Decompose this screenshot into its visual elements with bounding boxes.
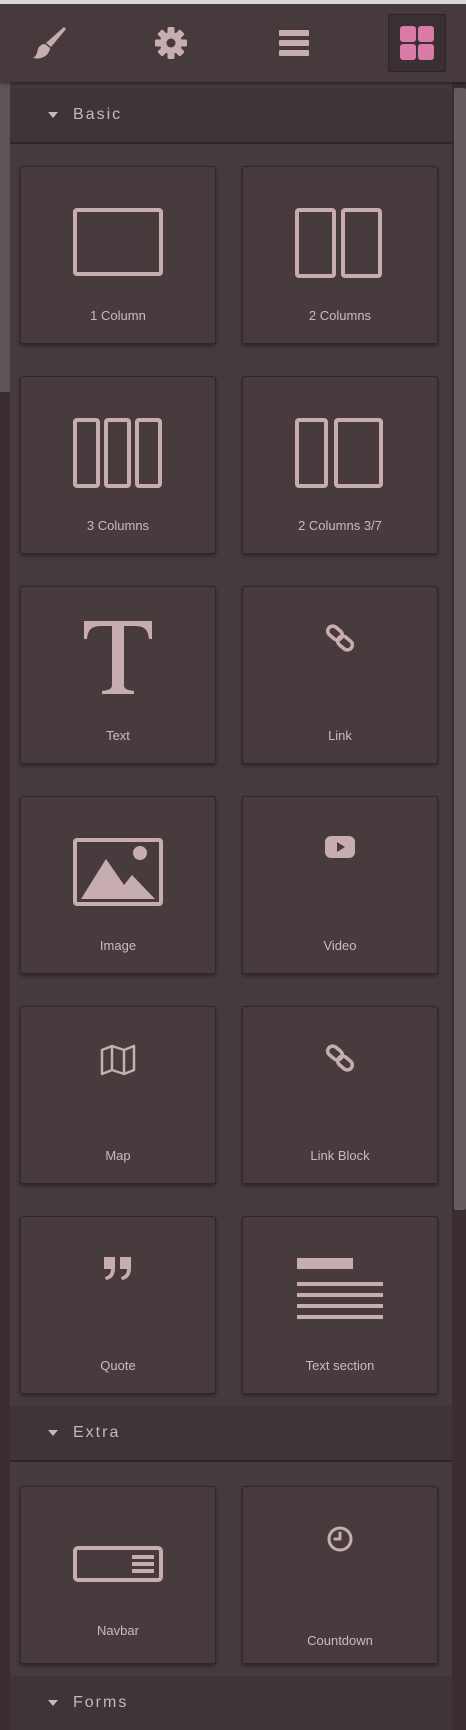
block-link[interactable]: Link [242, 586, 438, 764]
block-label: Text section [305, 1358, 375, 1373]
quote-icon [21, 1253, 215, 1283]
block-two-columns[interactable]: 2 Columns [242, 166, 438, 344]
link-icon [243, 1043, 437, 1073]
category-title: Basic [73, 106, 123, 123]
caret-down-icon [48, 1700, 58, 1706]
block-label: Link Block [310, 1148, 370, 1163]
caret-down-icon [48, 112, 58, 118]
block-text-section[interactable]: Text section [242, 1216, 438, 1394]
navbar-icon [21, 1545, 215, 1583]
category-header-basic[interactable]: Basic [10, 88, 452, 144]
category-title: Extra [73, 1424, 121, 1441]
block-one-column[interactable]: 1 Column [20, 166, 216, 344]
block-label: 3 Columns [86, 518, 150, 533]
bars-icon [277, 26, 311, 60]
block-label: Text [106, 728, 130, 743]
block-label: Quote [100, 1358, 136, 1373]
clock-icon [243, 1525, 437, 1553]
style-manager-button[interactable] [20, 14, 78, 72]
block-label: Image [99, 938, 137, 953]
block-label: 1 Column [90, 308, 146, 323]
blocks-button[interactable] [388, 14, 446, 72]
block-map[interactable]: Map [20, 1006, 216, 1184]
two-columns-3-7-icon [243, 417, 437, 489]
image-icon [21, 837, 215, 907]
block-video[interactable]: Video [242, 796, 438, 974]
block-navbar[interactable]: Navbar [20, 1486, 216, 1664]
paint-brush-icon [29, 23, 69, 63]
category-header-extra[interactable]: Extra [10, 1406, 452, 1462]
link-icon [243, 623, 437, 653]
right-scrollbar-thumb[interactable] [454, 88, 466, 1210]
block-countdown[interactable]: Countdown [242, 1486, 438, 1664]
block-two-columns-3-7[interactable]: 2 Columns 3/7 [242, 376, 438, 554]
block-link-block[interactable]: Link Block [242, 1006, 438, 1184]
block-label: Navbar [97, 1623, 139, 1638]
video-icon [243, 835, 437, 859]
block-label: Map [105, 1148, 131, 1163]
category-header-forms[interactable]: Forms [10, 1676, 452, 1730]
block-quote[interactable]: Quote [20, 1216, 216, 1394]
two-columns-icon [243, 207, 437, 279]
category-title: Forms [73, 1694, 129, 1711]
block-three-columns[interactable]: 3 Columns [20, 376, 216, 554]
three-columns-icon [21, 417, 215, 489]
one-column-icon [21, 207, 215, 279]
block-label: Countdown [307, 1633, 373, 1648]
settings-button[interactable] [142, 14, 200, 72]
grid-icon [399, 25, 435, 61]
left-scrollbar-thumb[interactable] [0, 82, 10, 392]
block-label: 2 Columns [308, 308, 372, 323]
panel-toolbar [0, 4, 466, 82]
block-image[interactable]: Image [20, 796, 216, 974]
caret-down-icon [48, 1430, 58, 1436]
block-label: Link [328, 728, 352, 743]
text-section-icon [243, 1257, 437, 1325]
block-label: Video [323, 938, 357, 953]
block-label: 2 Columns 3/7 [298, 518, 382, 533]
gear-icon [153, 25, 189, 61]
text-icon [21, 617, 215, 697]
layer-manager-button[interactable] [265, 14, 323, 72]
map-icon [21, 1043, 215, 1077]
block-text[interactable]: Text [20, 586, 216, 764]
